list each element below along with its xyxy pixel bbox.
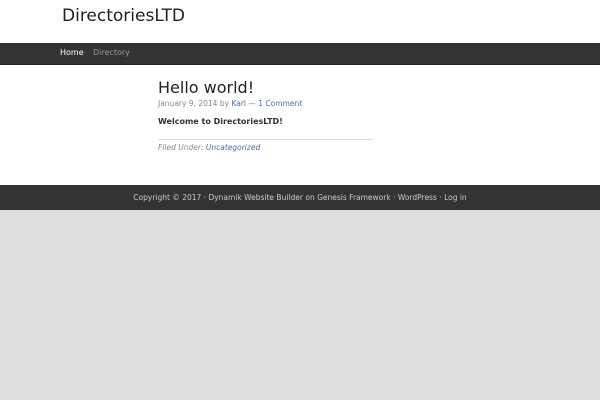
post-body: Welcome to DirectoriesLTD! [158, 117, 283, 126]
by-label: by [219, 99, 230, 108]
comments-link[interactable]: 1 Comment [258, 99, 302, 108]
nav-directory[interactable]: Directory [93, 48, 130, 57]
site-header: DirectoriesLTD [0, 0, 600, 43]
login-link[interactable]: Log in [444, 193, 467, 202]
genesis-link[interactable]: Genesis Framework [317, 193, 391, 202]
content-area: Hello world! January 9, 2014 by Karl — 1… [0, 65, 600, 185]
post-date: January 9, 2014 [158, 99, 218, 108]
category-link[interactable]: Uncategorized [206, 143, 260, 152]
post-title[interactable]: Hello world! [158, 78, 254, 97]
post-meta: January 9, 2014 by Karl — 1 Comment [158, 99, 302, 108]
separator: · [439, 193, 442, 202]
dynamik-link[interactable]: Dynamik Website Builder [208, 193, 303, 202]
site-footer: Copyright © 2017 · Dynamik Website Build… [0, 185, 600, 210]
meta-dash: — [248, 99, 256, 108]
on-label: on [305, 193, 315, 202]
wordpress-link[interactable]: WordPress [398, 193, 437, 202]
nav-home[interactable]: Home [60, 48, 84, 57]
author-link[interactable]: Karl [231, 99, 246, 108]
post-categories: Filed Under: Uncategorized [158, 143, 260, 152]
copyright: Copyright © 2017 · [133, 193, 207, 202]
filed-under-label: Filed Under: [158, 143, 204, 152]
separator: · [393, 193, 396, 202]
site-title[interactable]: DirectoriesLTD [62, 6, 185, 26]
main-nav: Home Directory [0, 43, 600, 65]
divider [158, 139, 373, 140]
